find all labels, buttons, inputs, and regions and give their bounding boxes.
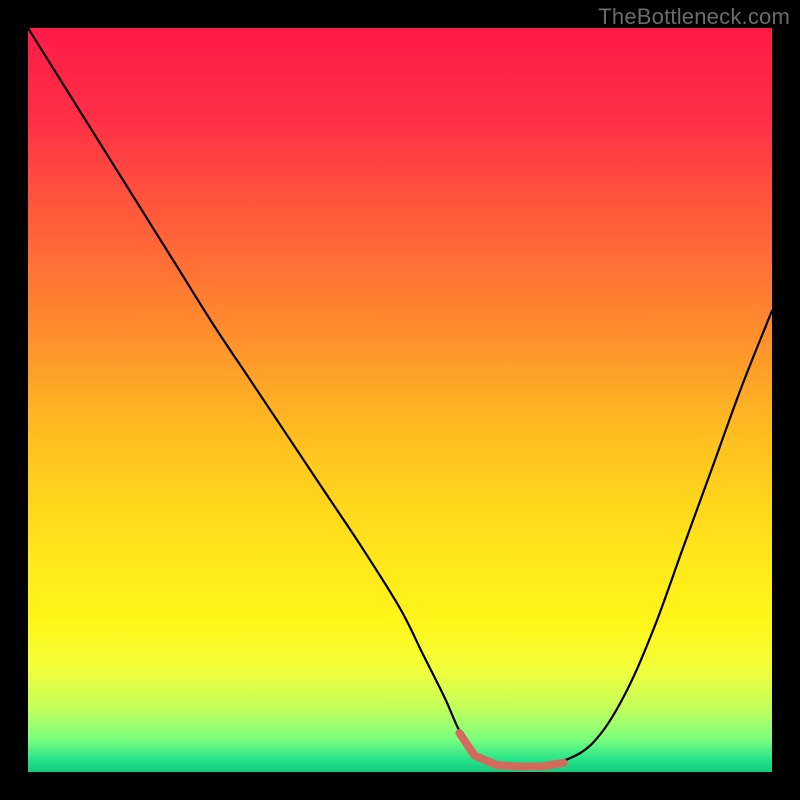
heatmap-background bbox=[28, 28, 772, 772]
chart-plot-area bbox=[28, 28, 772, 772]
watermark-text: TheBottleneck.com bbox=[598, 4, 790, 30]
